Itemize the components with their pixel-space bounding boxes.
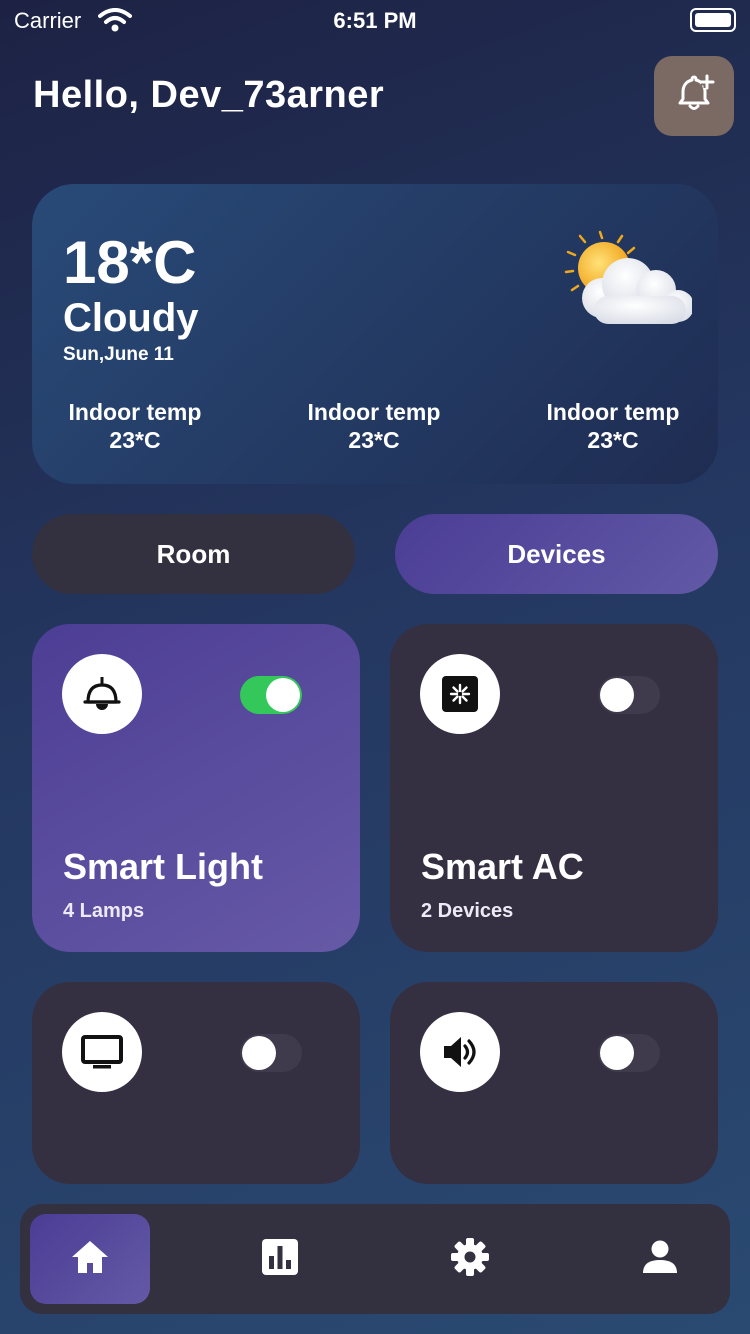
tv-icon bbox=[62, 1012, 142, 1092]
tab-room[interactable]: Room bbox=[32, 514, 355, 594]
stat-label: Indoor temp bbox=[546, 399, 680, 425]
stat-value: 23*C bbox=[587, 427, 639, 453]
device-card-smart-light[interactable]: Smart Light 4 Lamps bbox=[32, 624, 360, 952]
weather-stat: Indoor temp 23*C bbox=[533, 398, 693, 454]
bottom-tab-bar bbox=[20, 1204, 730, 1314]
device-subtitle: 2 Devices bbox=[421, 900, 514, 922]
stat-label: Indoor temp bbox=[68, 399, 202, 425]
sun-behind-cloud-icon bbox=[532, 228, 694, 338]
status-bar: Carrier 6:51 PM bbox=[0, 0, 750, 40]
bar-chart-icon bbox=[261, 1238, 299, 1281]
device-subtitle: 4 Lamps bbox=[63, 900, 145, 922]
device-card-speaker[interactable] bbox=[390, 982, 718, 1184]
weather-card: 18*C Cloudy Sun,June 11 Indoor temp 23*C… bbox=[32, 184, 718, 484]
weather-temperature: 18*C bbox=[63, 229, 197, 296]
stat-value: 23*C bbox=[109, 427, 161, 453]
nav-profile[interactable] bbox=[600, 1214, 720, 1304]
weather-condition: Cloudy bbox=[63, 296, 199, 340]
tab-devices[interactable]: Devices bbox=[395, 514, 718, 594]
device-card-smart-ac[interactable]: Smart AC 2 Devices bbox=[390, 624, 718, 952]
ceiling-lamp-icon bbox=[62, 654, 142, 734]
smart-light-toggle[interactable] bbox=[240, 676, 302, 714]
speaker-icon bbox=[420, 1012, 500, 1092]
battery-icon bbox=[690, 8, 736, 32]
nav-settings[interactable] bbox=[410, 1214, 530, 1304]
air-conditioner-icon bbox=[420, 654, 500, 734]
speaker-toggle[interactable] bbox=[598, 1034, 660, 1072]
device-card-tv[interactable] bbox=[32, 982, 360, 1184]
nav-home[interactable] bbox=[30, 1214, 150, 1304]
tv-toggle[interactable] bbox=[240, 1034, 302, 1072]
stat-value: 23*C bbox=[348, 427, 400, 453]
home-icon bbox=[70, 1239, 110, 1280]
weather-stat: Indoor temp 23*C bbox=[55, 398, 215, 454]
device-name: Smart AC bbox=[421, 846, 584, 887]
person-icon bbox=[641, 1238, 679, 1281]
weather-date: Sun,June 11 bbox=[63, 344, 174, 365]
nav-stats[interactable] bbox=[220, 1214, 340, 1304]
clock: 6:51 PM bbox=[333, 8, 417, 33]
stat-label: Indoor temp bbox=[307, 399, 441, 425]
greeting-title: Hello, Dev_73arner bbox=[33, 74, 385, 116]
add-notification-button[interactable] bbox=[654, 56, 734, 136]
weather-stat: Indoor temp 23*C bbox=[294, 398, 454, 454]
device-name: Smart Light bbox=[63, 846, 264, 887]
gear-icon bbox=[450, 1237, 490, 1282]
bell-plus-icon bbox=[672, 72, 716, 121]
smart-ac-toggle[interactable] bbox=[598, 676, 660, 714]
